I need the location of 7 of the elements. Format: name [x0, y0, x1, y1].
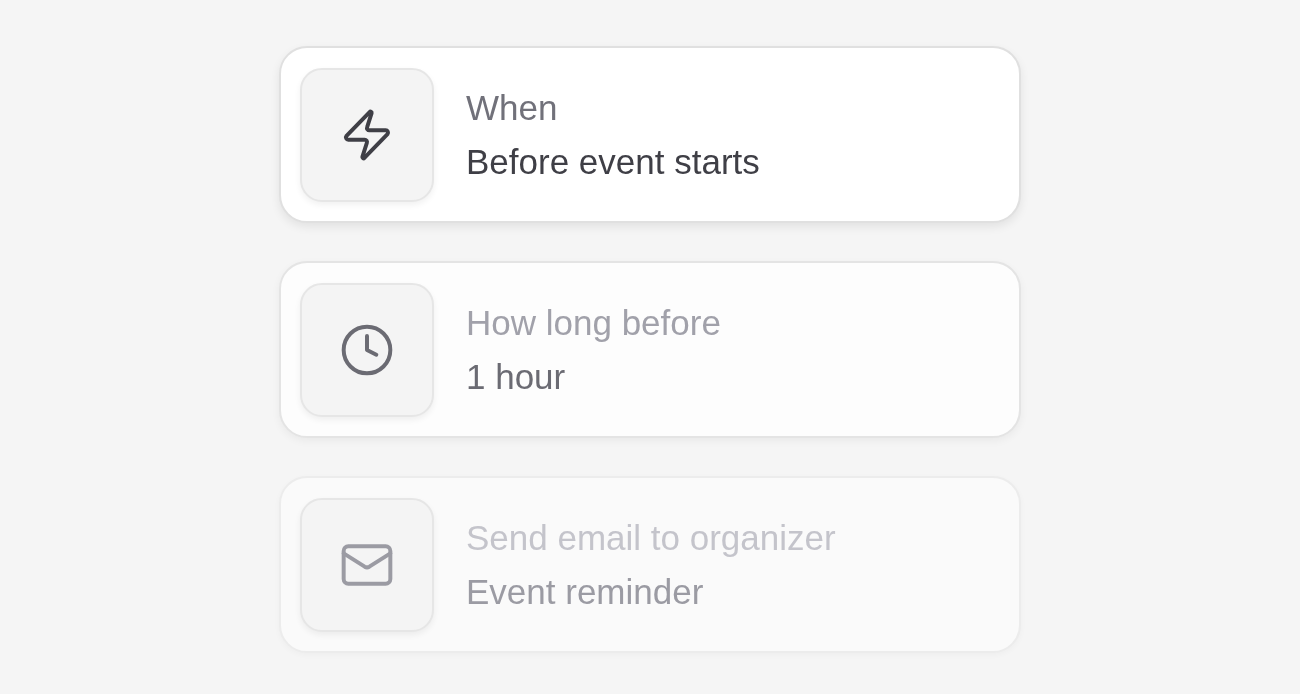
step-card[interactable]: When Before event starts [279, 46, 1021, 223]
step-value: Before event starts [466, 141, 760, 182]
step-label: How long before [466, 302, 721, 343]
step-value: Event reminder [466, 571, 705, 612]
step-card[interactable]: How long before 1 hour [279, 261, 1021, 438]
step-value: 1 hour [466, 356, 567, 397]
step-label: When [466, 87, 559, 128]
